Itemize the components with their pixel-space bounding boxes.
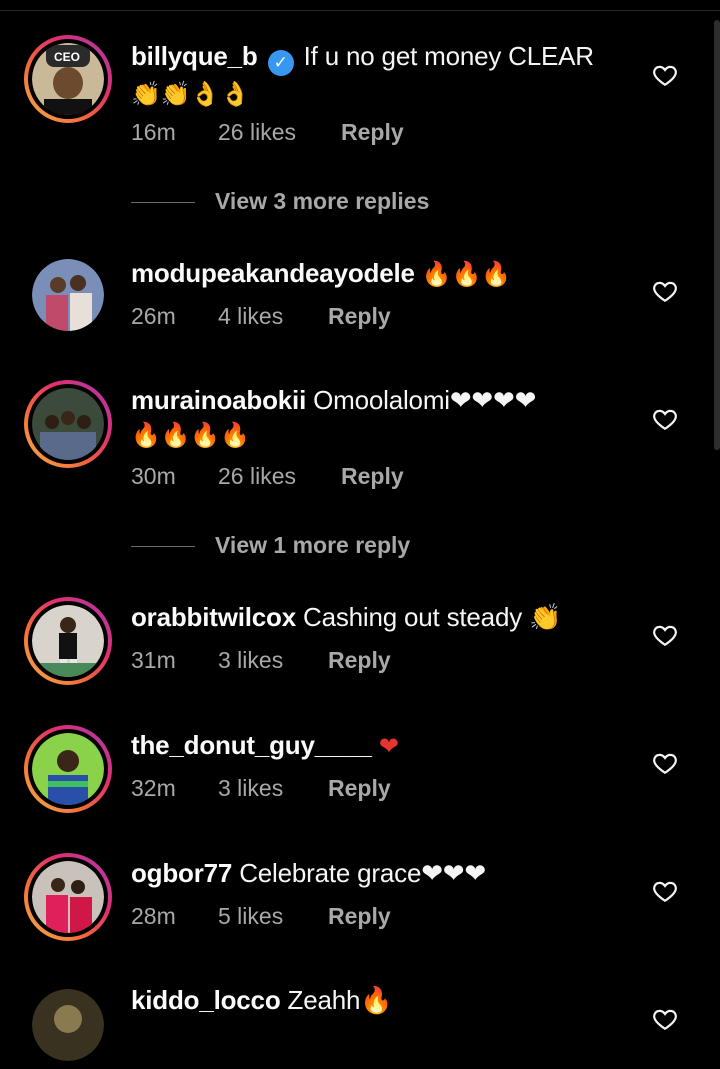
comment-body: Celebrate grace❤❤❤ [239,858,486,888]
timestamp: 30m [131,463,176,489]
username[interactable]: kiddo_locco [131,985,281,1015]
avatar[interactable] [24,853,112,941]
divider-line [131,202,195,204]
profile-photo [32,989,104,1061]
timestamp: 28m [131,903,176,929]
reply-button[interactable]: Reply [341,117,404,147]
view-more-label[interactable]: View 3 more replies [215,188,429,214]
comment-meta: 31m 3 likes Reply [131,645,391,675]
heart-outline-icon[interactable] [652,62,678,88]
reply-button[interactable]: Reply [328,901,391,931]
comment-body: ❤ [378,732,399,760]
comment-text: billyque_b ✓ If u no get money CLEAR 👏👏👌… [131,39,631,111]
comment-text: ogbor77 Celebrate grace❤❤❤ [131,856,631,890]
heart-outline-icon[interactable] [652,878,678,904]
comment-body-line2: 👏👏👌👌 [131,80,250,108]
avatar[interactable] [24,597,112,685]
username[interactable]: ogbor77 [131,858,232,888]
reply-button[interactable]: Reply [328,773,391,803]
timestamp: 32m [131,775,176,801]
reply-button[interactable]: Reply [328,645,391,675]
heart-outline-icon[interactable] [652,406,678,432]
comment-meta: 26m 4 likes Reply [131,301,391,331]
view-more-replies[interactable]: View 3 more replies [131,186,429,216]
comment-body-line2: 🔥🔥🔥🔥 [131,421,250,449]
view-more-label[interactable]: View 1 more reply [215,532,410,558]
like-count[interactable]: 26 likes [218,461,341,491]
verified-badge-icon: ✓ [267,50,294,76]
avatar[interactable] [24,251,112,339]
comment-text: the_donut_guy____ ❤ [131,728,631,763]
heart-outline-icon[interactable] [652,278,678,304]
svg-text:CEO: CEO [54,50,80,64]
username[interactable]: modupeakandeayodele [131,258,415,288]
comment-text: orabbitwilcox Cashing out steady 👏 [131,600,631,634]
like-count[interactable]: 4 likes [218,301,328,331]
comment-body: 🔥🔥🔥 [421,260,511,288]
comment-meta: 16m 26 likes Reply [131,117,404,147]
profile-photo [32,861,104,933]
profile-photo: CEO [32,43,104,117]
comment-meta: 28m 5 likes Reply [131,901,391,931]
username[interactable]: murainoabokii [131,385,306,415]
comment-body: Omoolalomi❤❤❤❤ [313,385,537,415]
reply-button[interactable]: Reply [328,301,391,331]
heart-outline-icon[interactable] [652,1006,678,1032]
timestamp: 31m [131,647,176,673]
comment-meta: 32m 3 likes Reply [131,773,391,803]
timestamp: 16m [131,119,176,145]
reply-button[interactable]: Reply [341,461,404,491]
like-count[interactable]: 26 likes [218,117,341,147]
username[interactable]: the_donut_guy____ [131,730,372,760]
like-count[interactable]: 3 likes [218,645,328,675]
view-more-replies[interactable]: View 1 more reply [131,530,410,560]
like-count[interactable]: 3 likes [218,773,328,803]
profile-photo [32,605,104,677]
profile-photo [32,733,104,805]
avatar[interactable] [24,380,112,468]
comment-text: murainoabokii Omoolalomi❤❤❤❤ 🔥🔥🔥🔥 [131,383,631,452]
top-divider [0,10,720,11]
like-count[interactable]: 5 likes [218,901,328,931]
username[interactable]: billyque_b [131,41,258,71]
profile-photo [32,259,104,331]
heart-outline-icon[interactable] [652,750,678,776]
comment-body: Cashing out steady 👏 [303,602,562,632]
avatar[interactable] [24,981,112,1069]
comment-meta: 30m 26 likes Reply [131,461,404,491]
comment-text: kiddo_locco Zeahh🔥 [131,983,631,1017]
timestamp: 26m [131,303,176,329]
avatar[interactable] [24,725,112,813]
scrollbar[interactable] [714,20,720,450]
comment-body: Zeahh🔥 [287,985,393,1015]
profile-photo [32,388,104,460]
comment-body: If u no get money CLEAR [303,41,594,71]
username[interactable]: orabbitwilcox [131,602,296,632]
avatar[interactable]: CEO [24,35,112,123]
comment-text: modupeakandeayodele 🔥🔥🔥 [131,256,631,291]
heart-outline-icon[interactable] [652,622,678,648]
divider-line [131,546,195,548]
